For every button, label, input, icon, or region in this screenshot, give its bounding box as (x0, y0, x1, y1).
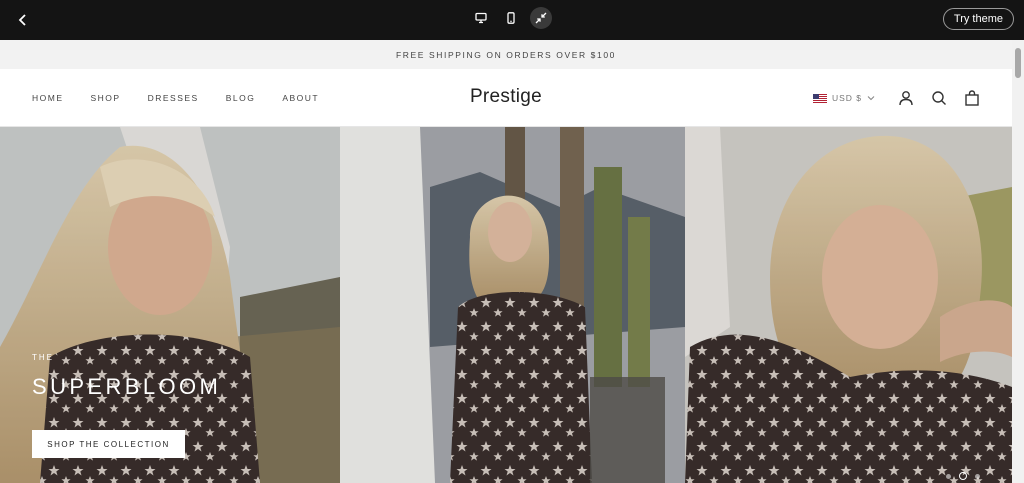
hero-kicker: THE (32, 353, 54, 362)
chevron-left-icon (18, 14, 26, 26)
search-icon (932, 91, 946, 105)
chevron-down-icon (867, 96, 875, 101)
collapse-icon (535, 12, 547, 24)
scrollbar-thumb[interactable] (1015, 48, 1021, 78)
mobile-view-button[interactable] (500, 7, 522, 29)
fullscreen-toggle-button[interactable] (530, 7, 552, 29)
hero-caption: THE SUPERBLOOM (32, 353, 221, 400)
editor-toolbar: Try theme (0, 0, 1024, 40)
account-button[interactable] (896, 88, 916, 108)
slide-dot-1[interactable] (946, 473, 951, 479)
page-scrollbar[interactable] (1012, 40, 1024, 483)
slide-dot-3[interactable] (975, 473, 980, 479)
user-icon (899, 91, 913, 106)
shopping-bag-icon (965, 90, 979, 106)
shop-collection-button[interactable]: SHOP THE COLLECTION (32, 430, 185, 458)
hero-headline: SUPERBLOOM (32, 374, 222, 399)
currency-label: USD $ (831, 93, 862, 103)
desktop-icon (475, 12, 487, 24)
hero-slideshow: THE SUPERBLOOM SHOP THE COLLECTION (0, 127, 1012, 483)
store-header: HOME SHOP DRESSES BLOG ABOUT Prestige US… (0, 69, 1012, 127)
announcement-bar: FREE SHIPPING ON ORDERS OVER $100 (0, 40, 1012, 69)
try-theme-button[interactable]: Try theme (942, 8, 1014, 30)
cart-button[interactable] (962, 88, 982, 108)
us-flag-icon (812, 93, 827, 103)
search-button[interactable] (929, 88, 949, 108)
device-switcher (470, 7, 552, 29)
slide-dot-2[interactable] (959, 472, 967, 480)
store-preview: FREE SHIPPING ON ORDERS OVER $100 HOME S… (0, 40, 1012, 483)
mobile-icon (507, 12, 515, 24)
slide-pagination (946, 472, 980, 480)
currency-selector[interactable]: USD $ (812, 93, 875, 103)
back-button[interactable] (12, 9, 34, 31)
header-actions: USD $ (812, 88, 982, 108)
desktop-view-button[interactable] (470, 7, 492, 29)
